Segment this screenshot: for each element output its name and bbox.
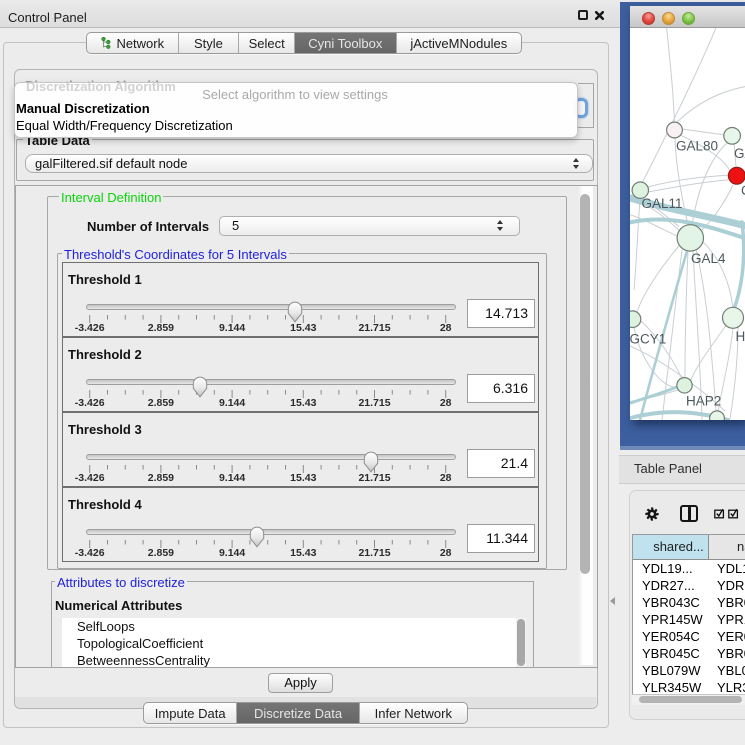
svg-text:GAL80: GAL80 xyxy=(676,139,718,154)
svg-text:GAL11: GAL11 xyxy=(642,196,683,211)
svg-text:GAL4: GAL4 xyxy=(691,251,726,266)
svg-text:C: C xyxy=(741,183,745,198)
svg-text:GA: GA xyxy=(734,146,745,161)
svg-text:HAP2: HAP2 xyxy=(686,394,721,409)
svg-text:H: H xyxy=(736,329,745,344)
svg-text:GCY1: GCY1 xyxy=(630,332,666,347)
